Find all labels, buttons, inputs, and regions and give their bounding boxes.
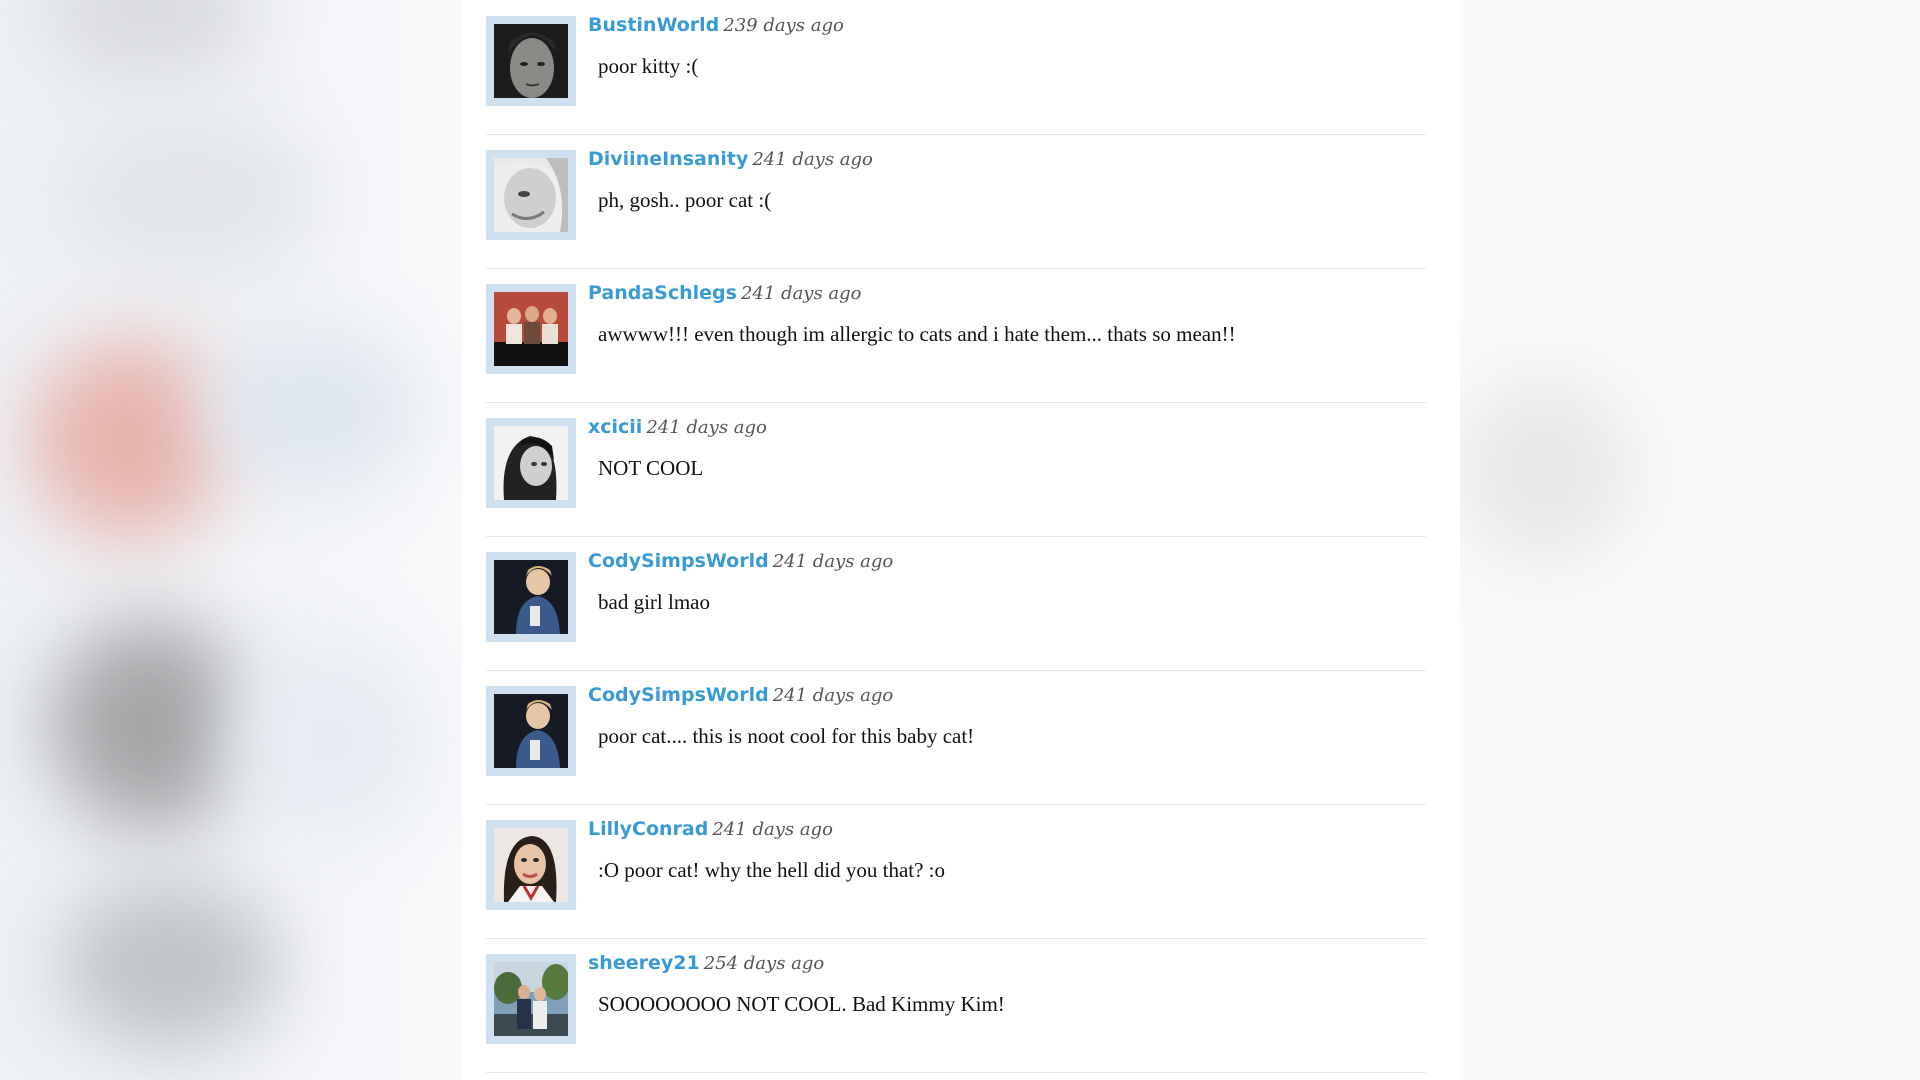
timestamp: 254 days ago: [703, 953, 825, 974]
username-link[interactable]: PandaSchlegs: [588, 282, 737, 304]
comments-list: BustinWorld 239 days ago poor kitty :(D…: [462, 0, 1460, 1080]
comment-text: poor kitty :(: [598, 54, 699, 78]
comment-item: DiviineInsanity 241 days ago ph, gosh.. p…: [486, 134, 1426, 269]
comment-item: CodySimpsWorld 241 days ago bad girl lmao: [486, 536, 1426, 671]
username-link[interactable]: BustinWorld: [588, 14, 719, 36]
comment-item: CodySimpsWorld 241 days ago poor cat.... …: [486, 670, 1426, 805]
username-link[interactable]: CodySimpsWorld: [588, 550, 769, 572]
comment-text: ph, gosh.. poor cat :(: [598, 188, 772, 212]
avatar[interactable]: [486, 418, 576, 508]
screen: BustinWorld 239 days ago poor kitty :(D…: [0, 0, 1920, 1080]
avatar-image: [494, 158, 568, 232]
timestamp: 241 days ago: [752, 149, 873, 170]
comment-text: NOT COOL: [598, 456, 704, 480]
comment-text: bad girl lmao: [598, 590, 710, 614]
username-link[interactable]: DiviineInsanity: [588, 148, 748, 170]
timestamp: 241 days ago: [740, 283, 862, 304]
avatar-image: [494, 426, 568, 500]
comment-meta: xcicii 241 days ago: [588, 416, 767, 438]
comment-item: BustinWorld 239 days ago poor kitty :(: [486, 0, 1426, 135]
timestamp: 241 days ago: [646, 417, 767, 438]
timestamp: 241 days ago: [772, 551, 894, 572]
timestamp: 241 days ago: [772, 685, 894, 706]
avatar-image: [494, 828, 568, 902]
comment-meta: DiviineInsanity 241 days ago: [588, 148, 873, 170]
comment-text: awwww!!! even though im allergic to cats…: [598, 322, 1236, 346]
username-link[interactable]: sheerey21: [588, 952, 700, 974]
avatar-image: [494, 292, 568, 366]
comment-meta: sheerey21 254 days ago: [588, 952, 824, 974]
comment-item: xcicii 241 days ago NOT COOL: [486, 402, 1426, 537]
avatar[interactable]: [486, 16, 576, 106]
avatar[interactable]: [486, 954, 576, 1044]
comment-text: :O poor cat! why the hell did you that? …: [598, 858, 946, 882]
avatar-image: [494, 694, 568, 768]
avatar[interactable]: [486, 150, 576, 240]
avatar-image: [494, 962, 568, 1036]
timestamp: 241 days ago: [712, 819, 833, 840]
comment-item: sheerey21 254 days ago SOOOOOOOO NOT COOL…: [486, 938, 1426, 1073]
comment-meta: PandaSchlegs 241 days ago: [588, 282, 862, 304]
avatar[interactable]: [486, 686, 576, 776]
comment-item: LillyConrad 241 days ago :O poor cat! why…: [486, 804, 1426, 939]
comment-item: PandaSchlegs 241 days ago awwww!!! even t…: [486, 268, 1426, 403]
comment-meta: LillyConrad 241 days ago: [588, 818, 833, 840]
comment-meta: CodySimpsWorld 241 days ago: [588, 684, 893, 706]
comment-meta: BustinWorld 239 days ago: [588, 14, 844, 36]
avatar[interactable]: [486, 820, 576, 910]
avatar[interactable]: [486, 552, 576, 642]
comment-text: SOOOOOOOO NOT COOL. Bad Kimmy Kim!: [598, 992, 1005, 1016]
username-link[interactable]: CodySimpsWorld: [588, 684, 769, 706]
blurred-background-right: [1460, 0, 1920, 1080]
comment-text: poor cat.... this is noot cool for this …: [598, 724, 975, 748]
username-link[interactable]: xcicii: [588, 416, 642, 438]
timestamp: 239 days ago: [723, 15, 844, 36]
avatar-image: [494, 560, 568, 634]
avatar[interactable]: [486, 284, 576, 374]
blurred-background-left: [0, 0, 470, 1080]
avatar-image: [494, 24, 568, 98]
username-link[interactable]: LillyConrad: [588, 818, 708, 840]
comment-meta: CodySimpsWorld 241 days ago: [588, 550, 893, 572]
